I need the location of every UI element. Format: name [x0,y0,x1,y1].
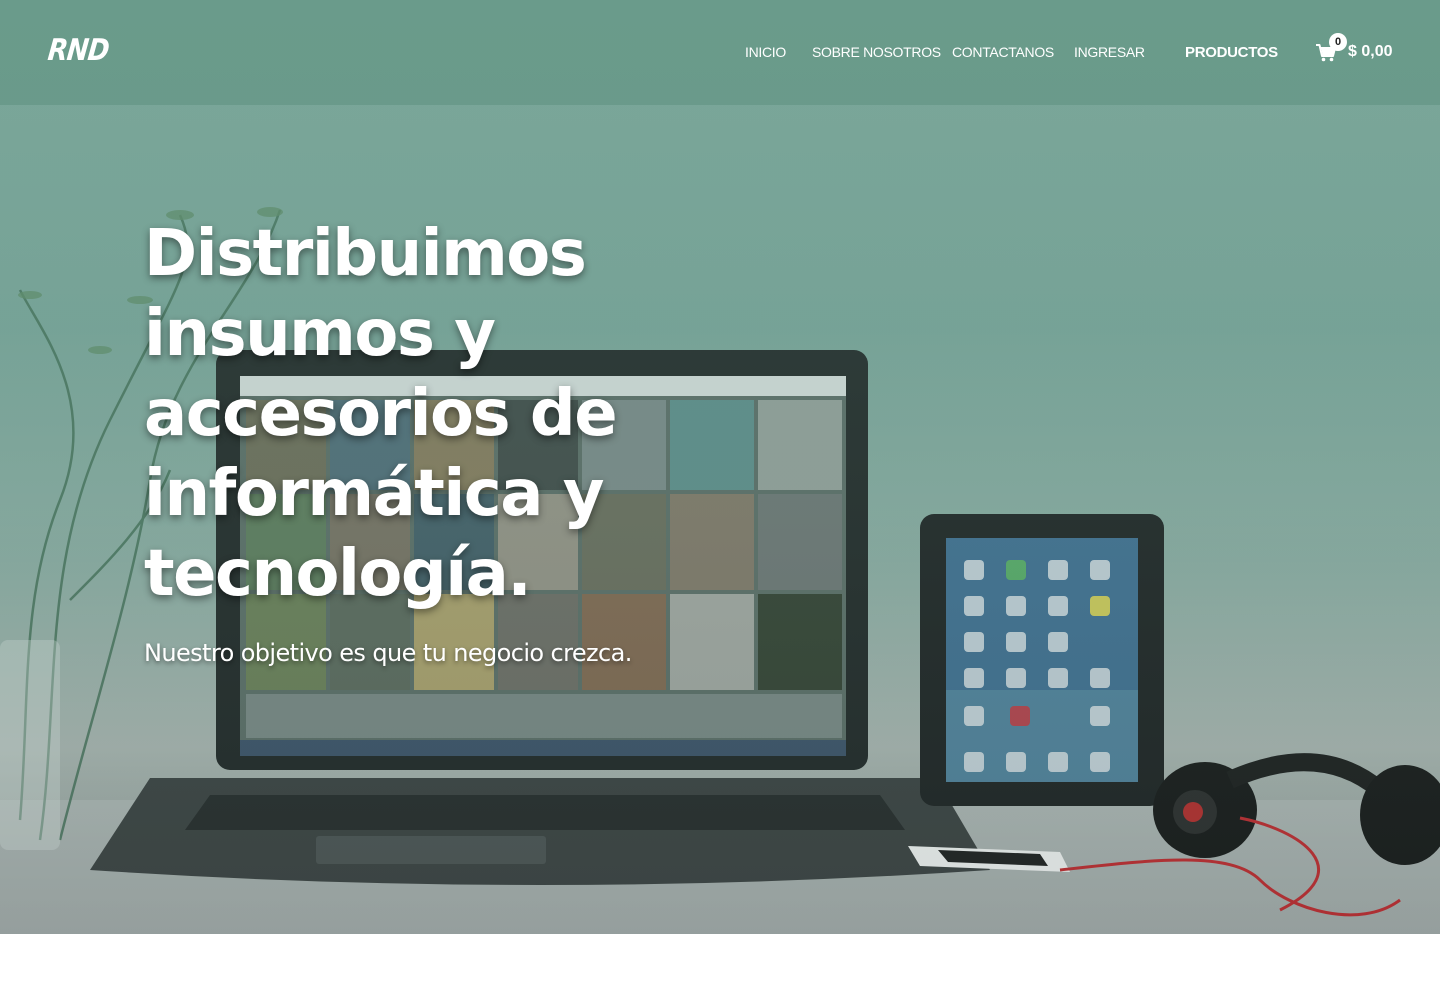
nav-link-productos[interactable]: PRODUCTOS [1185,44,1278,61]
hero-title: Distribuimos insumos y accesorios de inf… [144,217,618,611]
hero-section: Distribuimos insumos y accesorios de inf… [0,0,1440,934]
nav-link-inicio[interactable]: INICIO [745,44,786,60]
nav-link-contactanos[interactable]: CONTACTANOS [952,44,1054,60]
cart-total: $ 0,00 [1348,43,1393,60]
site-logo[interactable]: RND [46,34,110,69]
hero-subtitle: Nuestro objetivo es que tu negocio crezc… [144,639,632,667]
nav-link-ingresar[interactable]: INGRESAR [1074,44,1145,60]
cart-count-badge: 0 [1329,33,1347,51]
site-header: RND INICIO SOBRE NOSOTROS CONTACTANOS IN… [0,0,1440,105]
nav-link-sobre-nosotros[interactable]: SOBRE NOSOTROS [812,44,941,60]
